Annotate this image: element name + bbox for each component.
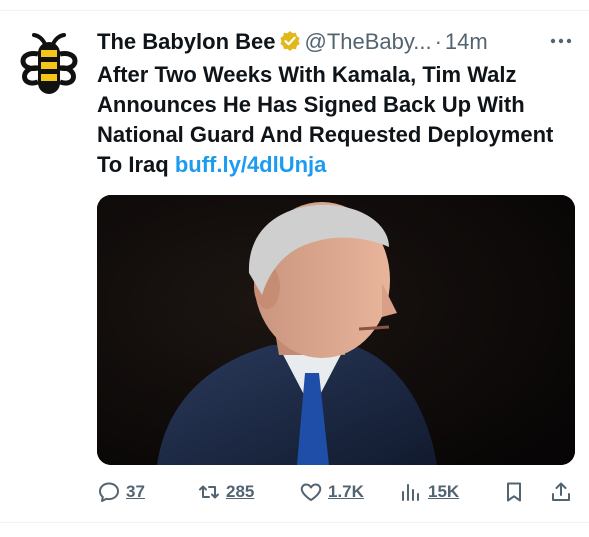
more-options-icon (550, 38, 572, 44)
separator-dot: · (434, 29, 442, 54)
bookmark-icon (507, 482, 521, 502)
reply-button[interactable]: 37 (97, 476, 145, 508)
reply-count: 37 (126, 482, 145, 501)
tweet-actions: 37 285 1.7K 15K (97, 476, 577, 508)
author-handle[interactable]: @TheBaby... (304, 29, 431, 54)
babylon-bee-logo-icon (20, 33, 78, 94)
share-button[interactable] (549, 476, 573, 508)
tweet-link[interactable]: buff.ly/4dlUnja (175, 152, 327, 177)
views-count: 15K (428, 482, 460, 501)
bottom-divider (0, 522, 589, 523)
heart-icon (300, 483, 322, 501)
photo-man-in-suit (97, 195, 575, 465)
views-button[interactable]: 15K (399, 476, 459, 508)
timestamp[interactable]: 14m (445, 29, 488, 54)
repost-button[interactable]: 285 (197, 476, 254, 508)
like-button[interactable]: 1.7K (299, 476, 364, 508)
repost-count: 285 (226, 482, 255, 501)
views-chart-icon (402, 484, 419, 501)
repost-icon (199, 485, 219, 499)
top-divider (0, 10, 589, 11)
bookmark-button[interactable] (502, 476, 526, 508)
like-count: 1.7K (328, 482, 364, 501)
tweet-text: After Two Weeks With Kamala, Tim Walz An… (97, 60, 577, 180)
tweet-media-image[interactable] (97, 195, 575, 465)
share-icon (552, 482, 570, 501)
avatar[interactable] (14, 30, 84, 100)
author-name[interactable]: The Babylon Bee (97, 29, 275, 54)
more-options-button[interactable] (547, 29, 575, 53)
tweet-header: The Babylon Bee @TheBaby... · 14m (97, 27, 577, 57)
reply-icon (99, 482, 119, 502)
verified-badge-icon[interactable] (279, 30, 301, 52)
